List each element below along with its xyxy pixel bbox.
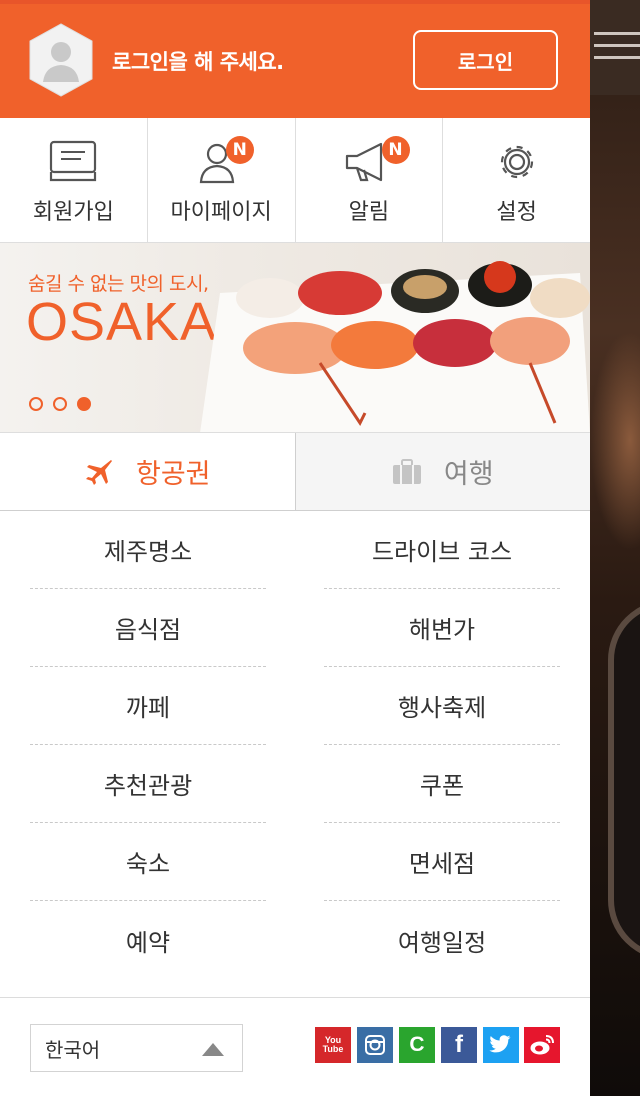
tab-travel[interactable]: 여행 [295, 433, 590, 510]
menu-item-duty-free[interactable]: 면세점 [324, 823, 560, 901]
menu-item-itinerary[interactable]: 여행일정 [324, 901, 560, 979]
facebook-icon[interactable]: f [441, 1027, 477, 1063]
quick-item-notifications[interactable]: N 알림 [296, 118, 444, 242]
side-drawer: 로그인을 해 주세요. 로그인 회원가입 N 마이페이지 N 알림 설정 숨길 … [0, 0, 590, 1096]
quick-label-mypage: 마이페이지 [170, 200, 272, 225]
avatar-icon [29, 23, 93, 97]
menu-item-cafe[interactable]: 까페 [30, 667, 266, 745]
menu-item-lodging[interactable]: 숙소 [30, 823, 266, 901]
c-icon-label: C [409, 1033, 425, 1056]
background-page [590, 0, 640, 1096]
quick-item-mypage[interactable]: N 마이페이지 [148, 118, 296, 242]
banner-dot-1[interactable] [29, 397, 43, 411]
sushi-image [200, 261, 590, 432]
menu-row: 까페 행사축제 [30, 667, 560, 745]
drawer-footer: 한국어 You Tube C f [0, 997, 590, 1096]
banner-dot-2[interactable] [53, 397, 67, 411]
instagram-glyph [365, 1035, 385, 1055]
menu-row: 추천관광 쿠폰 [30, 745, 560, 823]
hamburger-icon[interactable] [594, 32, 640, 68]
notification-new-badge: N [381, 136, 410, 164]
menu-item-drive-course[interactable]: 드라이브 코스 [324, 511, 560, 589]
category-tabs: 항공권 여행 [0, 433, 590, 511]
instagram-icon[interactable] [357, 1027, 393, 1063]
suitcase-icon [392, 458, 421, 484]
tab-flights-label: 항공권 [135, 459, 211, 490]
facebook-icon-label: f [455, 1031, 463, 1058]
login-prompt: 로그인을 해 주세요. [112, 50, 284, 74]
menu-item-restaurants[interactable]: 음식점 [30, 589, 266, 667]
menu-row: 제주명소 드라이브 코스 [30, 511, 560, 589]
caret-up-icon [202, 1043, 224, 1056]
youtube-icon[interactable]: You Tube [315, 1027, 351, 1063]
gear-icon [500, 145, 533, 179]
menu-grid: 제주명소 드라이브 코스 음식점 해변가 까페 행사축제 추천관광 쿠폰 숙소 … [0, 511, 590, 979]
youtube-icon-label: You Tube [322, 1035, 344, 1054]
login-button[interactable]: 로그인 [413, 30, 558, 90]
background-photo [590, 330, 640, 550]
c-icon[interactable]: C [399, 1027, 435, 1063]
background-bowl-image [608, 600, 640, 960]
menu-item-festivals[interactable]: 행사축제 [324, 667, 560, 745]
mypage-new-badge: N [225, 136, 254, 164]
quick-label-signup: 회원가입 [32, 200, 114, 225]
signup-card-icon [50, 140, 97, 182]
weibo-icon[interactable] [524, 1027, 560, 1063]
menu-item-coupons[interactable]: 쿠폰 [324, 745, 560, 823]
twitter-icon[interactable] [483, 1027, 519, 1063]
menu-item-jeju-sights[interactable]: 제주명소 [30, 511, 266, 589]
banner-title: OSAKA [26, 292, 218, 352]
tab-travel-label: 여행 [443, 459, 494, 490]
menu-item-recommended-tours[interactable]: 추천관광 [30, 745, 266, 823]
tab-flights[interactable]: 항공권 [0, 433, 296, 510]
language-value: 한국어 [45, 1037, 101, 1062]
menu-row: 예약 여행일정 [30, 901, 560, 979]
drawer-header: 로그인을 해 주세요. 로그인 [0, 0, 590, 118]
menu-item-beaches[interactable]: 해변가 [324, 589, 560, 667]
quick-menu: 회원가입 N 마이페이지 N 알림 설정 [0, 118, 590, 243]
quick-item-signup[interactable]: 회원가입 [0, 118, 148, 242]
airplane-icon [85, 459, 112, 485]
language-select[interactable]: 한국어 [30, 1024, 243, 1072]
menu-item-reservation[interactable]: 예약 [30, 901, 266, 979]
menu-row: 숙소 면세점 [30, 823, 560, 901]
twitter-bird-glyph [489, 1035, 511, 1053]
quick-item-settings[interactable]: 설정 [443, 118, 590, 242]
menu-row: 음식점 해변가 [30, 589, 560, 667]
quick-label-notifications: 알림 [348, 200, 390, 225]
banner-dot-3[interactable] [77, 397, 91, 411]
quick-label-settings: 설정 [496, 200, 537, 225]
weibo-glyph [530, 1035, 554, 1055]
